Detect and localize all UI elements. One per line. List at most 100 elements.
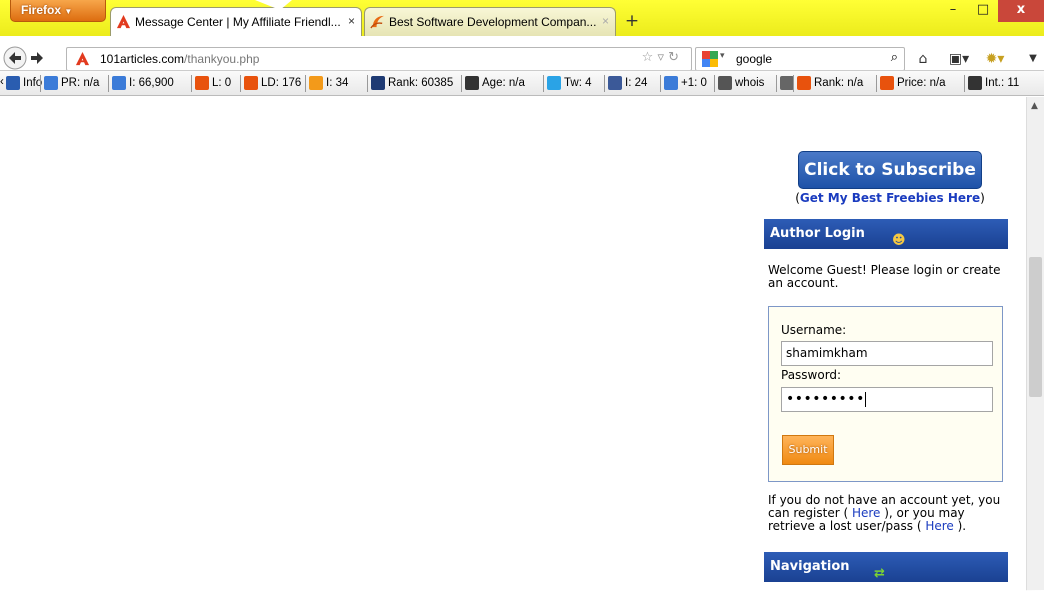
seo-item-alexa[interactable]: Rank: 60385 [371,76,453,90]
minimize-button[interactable]: – [938,0,968,22]
click-to-subscribe-button[interactable]: Click to Subscribe [798,151,982,189]
forward-arrow-icon[interactable] [31,52,43,64]
paren-close: ) [980,191,985,205]
bing-index-icon [309,76,323,90]
key-person-icon: ☻ [892,233,906,248]
seo-item-source[interactable] [780,76,797,90]
chevron-down-icon: ▼ [1029,53,1037,64]
vertical-scrollbar[interactable]: ▲ [1026,97,1044,597]
bookmarks-icon: ▣▾ [948,51,970,67]
seo-item-text: LD: 176 [261,77,302,89]
retrieve-here-link[interactable]: Here [922,519,958,533]
seo-item-google-plus[interactable]: +1: 0 [664,76,707,90]
toolbar-separator [305,75,306,92]
close-tab-icon[interactable]: × [348,8,355,34]
firefox-menu-button[interactable]: Firefox ▼ [10,0,106,22]
url-bar[interactable]: 101articles.com/thankyou.php ☆ ▿ ↻ [66,47,692,71]
toolbar-overflow-button[interactable]: ▼ [1024,47,1042,71]
site-identity-icon [75,51,90,66]
search-bar[interactable]: ▾ google ⌕ [695,47,905,71]
password-field[interactable]: ••••••••• [781,387,993,412]
toolbar-separator [604,75,605,92]
seo-item-yahoo-links[interactable]: L: 0 [195,76,231,90]
password-mask: ••••••••• [786,391,865,407]
register-here-link[interactable]: Here [848,506,884,520]
seo-item-internal-links[interactable]: Int.: 11 [968,76,1019,90]
home-button[interactable]: ⌂ [912,47,934,71]
search-engine-dropdown-icon[interactable]: ▾ [720,51,725,61]
toolbar-separator [543,75,544,92]
home-icon: ⌂ [918,51,928,67]
new-tab-button[interactable]: + [620,9,644,35]
navigation-header: Navigation ⇄ [764,552,1008,582]
seo-toolbar: ‹ Info PR: n/a I: 66,900 L: 0 LD: 176 I: 34 Ran… [0,70,1044,96]
seo-item-text: I: 34 [326,77,349,89]
bookmarks-menu-button[interactable]: ▣▾ [945,47,973,71]
maximize-button[interactable]: □ [968,0,998,22]
seo-item-semrush-price[interactable]: Price: n/a [880,76,946,90]
seo-item-text: whois [735,77,765,89]
login-form: Username: shamimkham Password: •••••••••… [768,306,1003,482]
toolbar-separator [191,75,192,92]
username-field[interactable]: shamimkham [781,341,993,366]
seo-item-google-pr[interactable]: PR: n/a [44,76,99,90]
firefox-menu-label: Firefox [21,3,62,17]
freebies-line: (Get My Best Freebies Here) [795,191,985,205]
toolbar-separator [367,75,368,92]
scroll-up-arrow-icon[interactable]: ▲ [1031,101,1038,111]
window-controls: – □ x [938,0,1044,22]
toolbar-separator [876,75,877,92]
alexa-icon [371,76,385,90]
toolbar-separator [793,75,794,92]
seo-item-facebook[interactable]: I: 24 [608,76,647,90]
search-input[interactable]: google [736,52,772,66]
tab-message-center[interactable]: Message Center | My Affiliate Friendl...… [110,7,362,36]
tab-bar: Firefox ▼ Message Center | My Affiliate … [0,0,1044,36]
chevron-down-icon: ▼ [64,7,73,16]
seo-item-text: L: 0 [212,77,232,89]
semrush-rank-icon [797,76,811,90]
seo-item-twitter[interactable]: Tw: 4 [547,76,591,90]
author-login-title: Author Login [770,226,865,241]
url-host: 101articles.com [100,52,185,66]
semrush-price-icon [880,76,894,90]
toolbar-separator [776,75,777,92]
seo-item-semrush-rank[interactable]: Rank: n/a [797,76,863,90]
addon-button[interactable]: ✹▾ [980,47,1010,71]
page-content: Click to Subscribe (Get My Best Freebies… [0,97,1044,597]
navigation-title: Navigation [770,559,850,574]
url-path: /thankyou.php [184,52,260,66]
search-icon[interactable]: ⌕ [891,50,898,65]
tab-title: Best Software Development Compan... [389,15,597,29]
close-tab-icon[interactable]: × [602,8,609,34]
submit-button[interactable]: Submit [782,435,834,465]
google-plus-icon [664,76,678,90]
password-label: Password: [781,368,842,382]
tab-best-software[interactable]: Best Software Development Compan... × [364,7,616,36]
refresh-arrows-icon: ⇄ [874,566,885,581]
bookmark-star-icon[interactable]: ☆ ▿ ↻ [642,50,679,65]
seo-item-text: Rank: n/a [814,77,864,89]
seo-item-text: Rank: 60385 [388,77,454,89]
seo-item-text: +1: 0 [681,77,707,89]
seo-item-yahoo-ld[interactable]: LD: 176 [244,76,301,90]
back-arrow-icon[interactable] [3,46,27,70]
toolbar-scroll-left-icon[interactable]: ‹ [0,76,4,88]
scrollbar-thumb[interactable] [1029,257,1042,397]
twitter-icon [547,76,561,90]
seo-item-whois[interactable]: whois [718,76,764,90]
freebies-link[interactable]: Get My Best Freebies Here [800,191,980,205]
yahoo-ld-icon [244,76,258,90]
close-window-button[interactable]: x [998,0,1044,22]
url-text: 101articles.com/thankyou.php [100,52,259,66]
author-login-header: Author Login ☻ [764,219,1008,249]
seo-item-archive[interactable]: Age: n/a [465,76,525,90]
seo-item-bing-index[interactable]: I: 34 [309,76,348,90]
seo-item-text: I: 24 [625,77,648,89]
archive-icon [465,76,479,90]
seo-item-info[interactable]: Info [6,76,42,90]
toolbar-separator [461,75,462,92]
seo-item-google-index[interactable]: I: 66,900 [112,76,174,90]
yahoo-links-icon [195,76,209,90]
google-search-engine-icon[interactable] [702,51,718,67]
